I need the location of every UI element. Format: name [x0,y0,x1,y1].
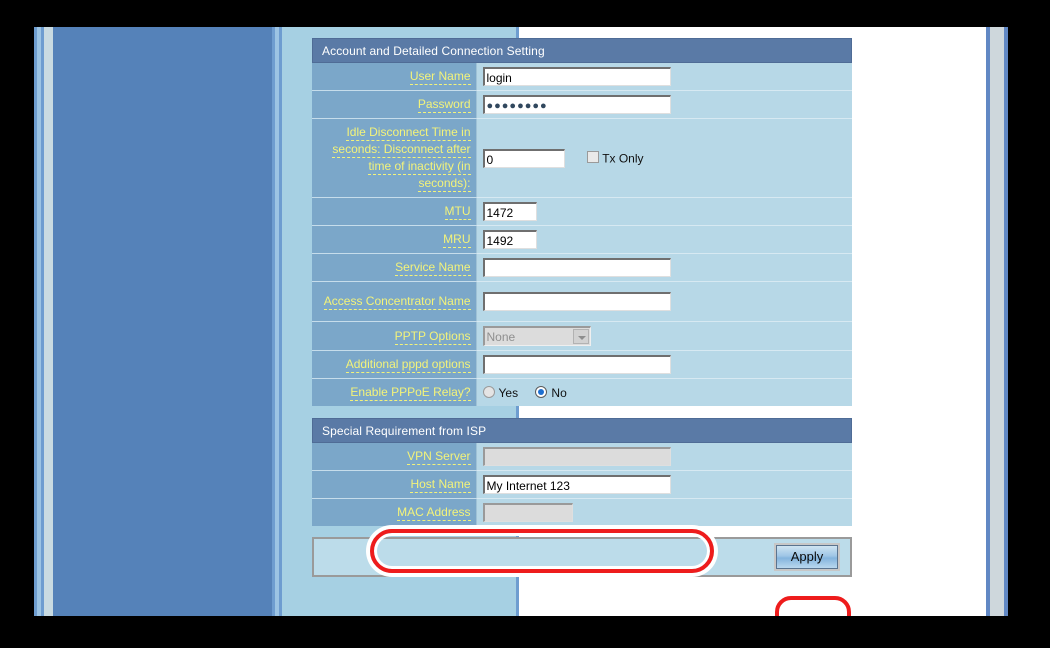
apply-button[interactable]: Apply [774,543,840,571]
cell-idle-disconnect: 0 Tx Only [476,118,852,198]
table-row: MAC Address [312,498,852,526]
mru-input[interactable]: 1492 [482,230,537,249]
pptp-options-select[interactable]: None [482,326,591,346]
cell-password: ●●●●●●●● [476,90,852,119]
table-row: VPN Server [312,443,852,471]
label-mru: MRU [312,225,477,254]
vpn-server-input [482,447,671,466]
table-row: Password ●●●●●●●● [312,90,852,119]
table-row: MTU 1472 [312,197,852,226]
pptp-options-selected-value: None [486,330,516,344]
wan-settings-form: Account and Detailed Connection Setting … [312,38,852,577]
label-mac-address: MAC Address [312,498,477,526]
user-name-input[interactable]: login [482,67,671,86]
mac-address-input [482,503,573,522]
table-row: PPTP Options None [312,321,852,351]
table-row: Enable PPPoE Relay? Yes No [312,378,852,406]
table-row: MRU 1492 [312,225,852,254]
cell-additional-pppd-options [476,350,852,379]
cell-access-concentrator-name [476,281,852,322]
account-panel-title: Account and Detailed Connection Setting [312,38,852,63]
host-name-input[interactable]: My Internet 123 [482,475,671,494]
viewport-right-gutter [1008,27,1018,616]
label-service-name: Service Name [312,253,477,282]
table-row: Idle Disconnect Time in seconds: Disconn… [312,118,852,198]
mtu-input[interactable]: 1472 [482,202,537,221]
label-vpn-server: VPN Server [312,443,477,471]
pppoe-relay-yes-label: Yes [498,385,519,400]
content-scrollbar[interactable] [990,27,1004,616]
label-password: Password [312,90,477,119]
cell-user-name: login [476,63,852,91]
label-user-name: User Name [312,63,477,91]
browser-viewport: Account and Detailed Connection Setting … [34,27,1018,616]
panel-separator [312,406,852,418]
table-row: Service Name [312,253,852,282]
account-settings-table: User Name login Password ●●●●●●●● Idle D… [312,63,852,406]
chevron-down-icon[interactable] [572,329,589,344]
cell-enable-pppoe-relay: Yes No [476,378,852,406]
table-row: Additional pppd options [312,350,852,379]
pppoe-relay-radio-no[interactable] [535,386,548,399]
pppoe-relay-no-label: No [551,385,567,400]
label-pptp-options: PPTP Options [312,321,477,351]
idle-seconds-input[interactable]: 0 [482,148,565,168]
tx-only-checkbox[interactable] [587,151,600,164]
screenshot-root: Account and Detailed Connection Setting … [0,0,1050,648]
password-input[interactable]: ●●●●●●●● [482,95,671,114]
frame-scrollbar-left[interactable] [44,27,53,616]
cell-vpn-server [476,443,852,471]
label-host-name: Host Name [312,470,477,499]
navigation-sidebar-panel [53,27,272,616]
pppoe-relay-radio-yes[interactable] [482,386,495,399]
additional-pppd-options-input[interactable] [482,355,671,374]
cell-mru: 1492 [476,225,852,254]
cell-host-name: My Internet 123 [476,470,852,499]
table-row: User Name login [312,63,852,91]
label-mtu: MTU [312,197,477,226]
label-idle-disconnect: Idle Disconnect Time in seconds: Disconn… [312,118,477,198]
table-row: Access Concentrator Name [312,281,852,322]
tx-only-label: Tx Only [602,151,644,165]
isp-panel-title: Special Requirement from ISP [312,418,852,443]
cell-mac-address [476,498,852,526]
label-enable-pppoe-relay: Enable PPPoE Relay? [312,378,477,406]
cell-pptp-options: None [476,321,852,351]
cell-mtu: 1472 [476,197,852,226]
access-concentrator-name-input[interactable] [482,292,671,311]
cell-service-name [476,253,852,282]
service-name-input[interactable] [482,258,671,277]
label-additional-pppd-options: Additional pppd options [312,350,477,379]
table-row: Host Name My Internet 123 [312,470,852,499]
form-action-bar: Apply [312,537,852,577]
isp-settings-table: VPN Server Host Name My Internet 123 MAC… [312,443,852,526]
label-access-concentrator-name: Access Concentrator Name [312,281,477,322]
